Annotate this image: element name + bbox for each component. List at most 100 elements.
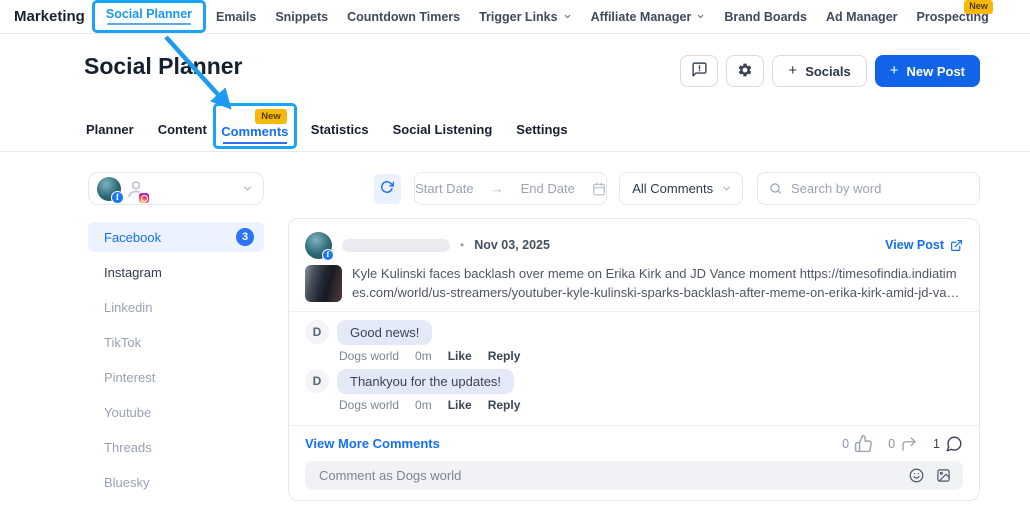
- emoji-icon[interactable]: [909, 468, 924, 483]
- social-planner-page: Marketing Social Planner Emails Snippets…: [0, 0, 1030, 518]
- like-button[interactable]: Like: [448, 349, 472, 363]
- new-badge: New: [255, 109, 287, 124]
- nav-item-label: Trigger Links: [479, 10, 558, 24]
- tab-bar: Planner Content New Comments Statistics …: [86, 103, 568, 151]
- share-count[interactable]: 0: [888, 435, 918, 453]
- comment-input-bar: [305, 461, 963, 490]
- tab-content[interactable]: Content: [158, 122, 207, 151]
- feedback-button[interactable]: [680, 55, 718, 87]
- comment-bubble-icon: [945, 435, 963, 453]
- comment-author: Dogs world: [339, 398, 399, 412]
- sidebar-item-threads[interactable]: Threads: [88, 430, 264, 465]
- end-date-placeholder: End Date: [521, 181, 575, 196]
- comments-filter-select[interactable]: All Comments: [619, 172, 743, 205]
- add-socials-button[interactable]: + Socials: [772, 55, 866, 87]
- comment-count-value: 1: [933, 437, 940, 451]
- platform-sidebar: f Facebook 3 Instagram Linkedin TikTok P…: [88, 172, 264, 500]
- tab-planner[interactable]: Planner: [86, 122, 134, 151]
- image-icon[interactable]: [936, 468, 951, 483]
- nav-item-brand-boards[interactable]: Brand Boards: [724, 10, 807, 24]
- filter-row: Start Date → End Date All Comments: [288, 172, 980, 205]
- gear-icon: [737, 62, 753, 81]
- search-box: [757, 172, 980, 205]
- sidebar-item-youtube[interactable]: Youtube: [88, 395, 264, 430]
- comments-main: Start Date → End Date All Comments: [288, 172, 980, 501]
- nav-item-prospecting[interactable]: New Prospecting: [917, 10, 989, 24]
- tab-settings[interactable]: Settings: [516, 122, 567, 151]
- platform-label: Facebook: [104, 230, 161, 245]
- post-author-avatar: f: [305, 232, 332, 259]
- facebook-account-avatar: f: [97, 177, 121, 201]
- post-text: Kyle Kulinski faces backlash over meme o…: [352, 265, 963, 302]
- sidebar-item-facebook[interactable]: Facebook 3: [88, 222, 264, 252]
- arrow-right-icon: →: [491, 181, 504, 196]
- new-post-button[interactable]: + New Post: [875, 55, 980, 87]
- nav-item-emails[interactable]: Emails: [216, 10, 256, 24]
- view-post-link[interactable]: View Post: [885, 238, 963, 252]
- card-divider: [289, 311, 979, 312]
- header-actions: + Socials + New Post: [680, 55, 980, 87]
- post-card: f • Nov 03, 2025 View Post Kyle Kulinski…: [288, 218, 980, 501]
- platform-list: Facebook 3 Instagram Linkedin TikTok Pin…: [88, 222, 264, 500]
- thumbs-up-icon: [854, 434, 873, 453]
- comment-content: Good news! Dogs world 0m Like Reply: [337, 320, 520, 363]
- nav-item-affiliate-manager[interactable]: Affiliate Manager: [591, 10, 706, 24]
- view-more-comments-link[interactable]: View More Comments: [305, 436, 440, 451]
- nav-item-trigger-links[interactable]: Trigger Links: [479, 10, 572, 24]
- comment-author: Dogs world: [339, 349, 399, 363]
- refresh-icon: [380, 180, 394, 197]
- view-post-label: View Post: [885, 238, 944, 252]
- reply-button[interactable]: Reply: [488, 398, 521, 412]
- top-nav: Marketing Social Planner Emails Snippets…: [0, 0, 1030, 34]
- tab-social-listening[interactable]: Social Listening: [393, 122, 493, 151]
- post-header: f • Nov 03, 2025 View Post: [305, 231, 963, 259]
- sidebar-item-bluesky[interactable]: Bluesky: [88, 465, 264, 500]
- like-count[interactable]: 0: [842, 434, 873, 453]
- facebook-count-badge: 3: [236, 228, 254, 246]
- post-author-name-redacted: [342, 239, 450, 252]
- settings-button[interactable]: [726, 55, 764, 87]
- comment-bubble: Good news!: [337, 320, 432, 345]
- comment-time: 0m: [415, 349, 432, 363]
- sidebar-item-linkedin[interactable]: Linkedin: [88, 290, 264, 325]
- instagram-account-avatar: [124, 177, 148, 201]
- like-count-value: 0: [842, 437, 849, 451]
- tab-comments[interactable]: New Comments: [213, 103, 297, 149]
- comment-count[interactable]: 1: [933, 435, 963, 453]
- nav-item-label: Affiliate Manager: [591, 10, 692, 24]
- refresh-button[interactable]: [374, 174, 401, 204]
- comment-item: D Thankyou for the updates! Dogs world 0…: [305, 369, 963, 412]
- sidebar-item-pinterest[interactable]: Pinterest: [88, 360, 264, 395]
- tab-bar-divider: [0, 151, 1030, 152]
- comment-item: D Good news! Dogs world 0m Like Reply: [305, 320, 963, 363]
- sidebar-item-instagram[interactable]: Instagram: [88, 255, 264, 290]
- tab-statistics[interactable]: Statistics: [311, 122, 369, 151]
- facebook-badge-icon: f: [111, 191, 124, 204]
- plus-icon: +: [890, 63, 899, 78]
- nav-item-social-planner[interactable]: Social Planner: [92, 0, 206, 33]
- chevron-down-icon: [696, 10, 705, 24]
- nav-item-ad-manager[interactable]: Ad Manager: [826, 10, 898, 24]
- external-link-icon: [950, 239, 963, 252]
- nav-item-countdown-timers[interactable]: Countdown Timers: [347, 10, 460, 24]
- socials-button-label: Socials: [805, 64, 851, 79]
- search-input[interactable]: [789, 180, 969, 197]
- chevron-down-icon: [721, 183, 732, 194]
- date-range-picker[interactable]: Start Date → End Date: [414, 172, 608, 205]
- account-selector[interactable]: f: [88, 172, 264, 205]
- nav-item-snippets[interactable]: Snippets: [275, 10, 328, 24]
- instagram-badge-icon: [138, 192, 150, 204]
- like-button[interactable]: Like: [448, 398, 472, 412]
- top-nav-items: Social Planner Emails Snippets Countdown…: [101, 0, 989, 33]
- feedback-bubble-icon: [691, 61, 708, 81]
- chevron-down-icon: [563, 10, 572, 24]
- sidebar-item-tiktok[interactable]: TikTok: [88, 325, 264, 360]
- post-body: Kyle Kulinski faces backlash over meme o…: [305, 265, 963, 302]
- post-thumbnail: [305, 265, 342, 302]
- comment-input[interactable]: [317, 467, 897, 484]
- comments-filter-value: All Comments: [632, 181, 713, 196]
- reply-button[interactable]: Reply: [488, 349, 521, 363]
- facebook-badge-icon: f: [322, 249, 334, 261]
- brand-marketing: Marketing: [14, 8, 85, 25]
- comment-meta: Dogs world 0m Like Reply: [337, 398, 520, 412]
